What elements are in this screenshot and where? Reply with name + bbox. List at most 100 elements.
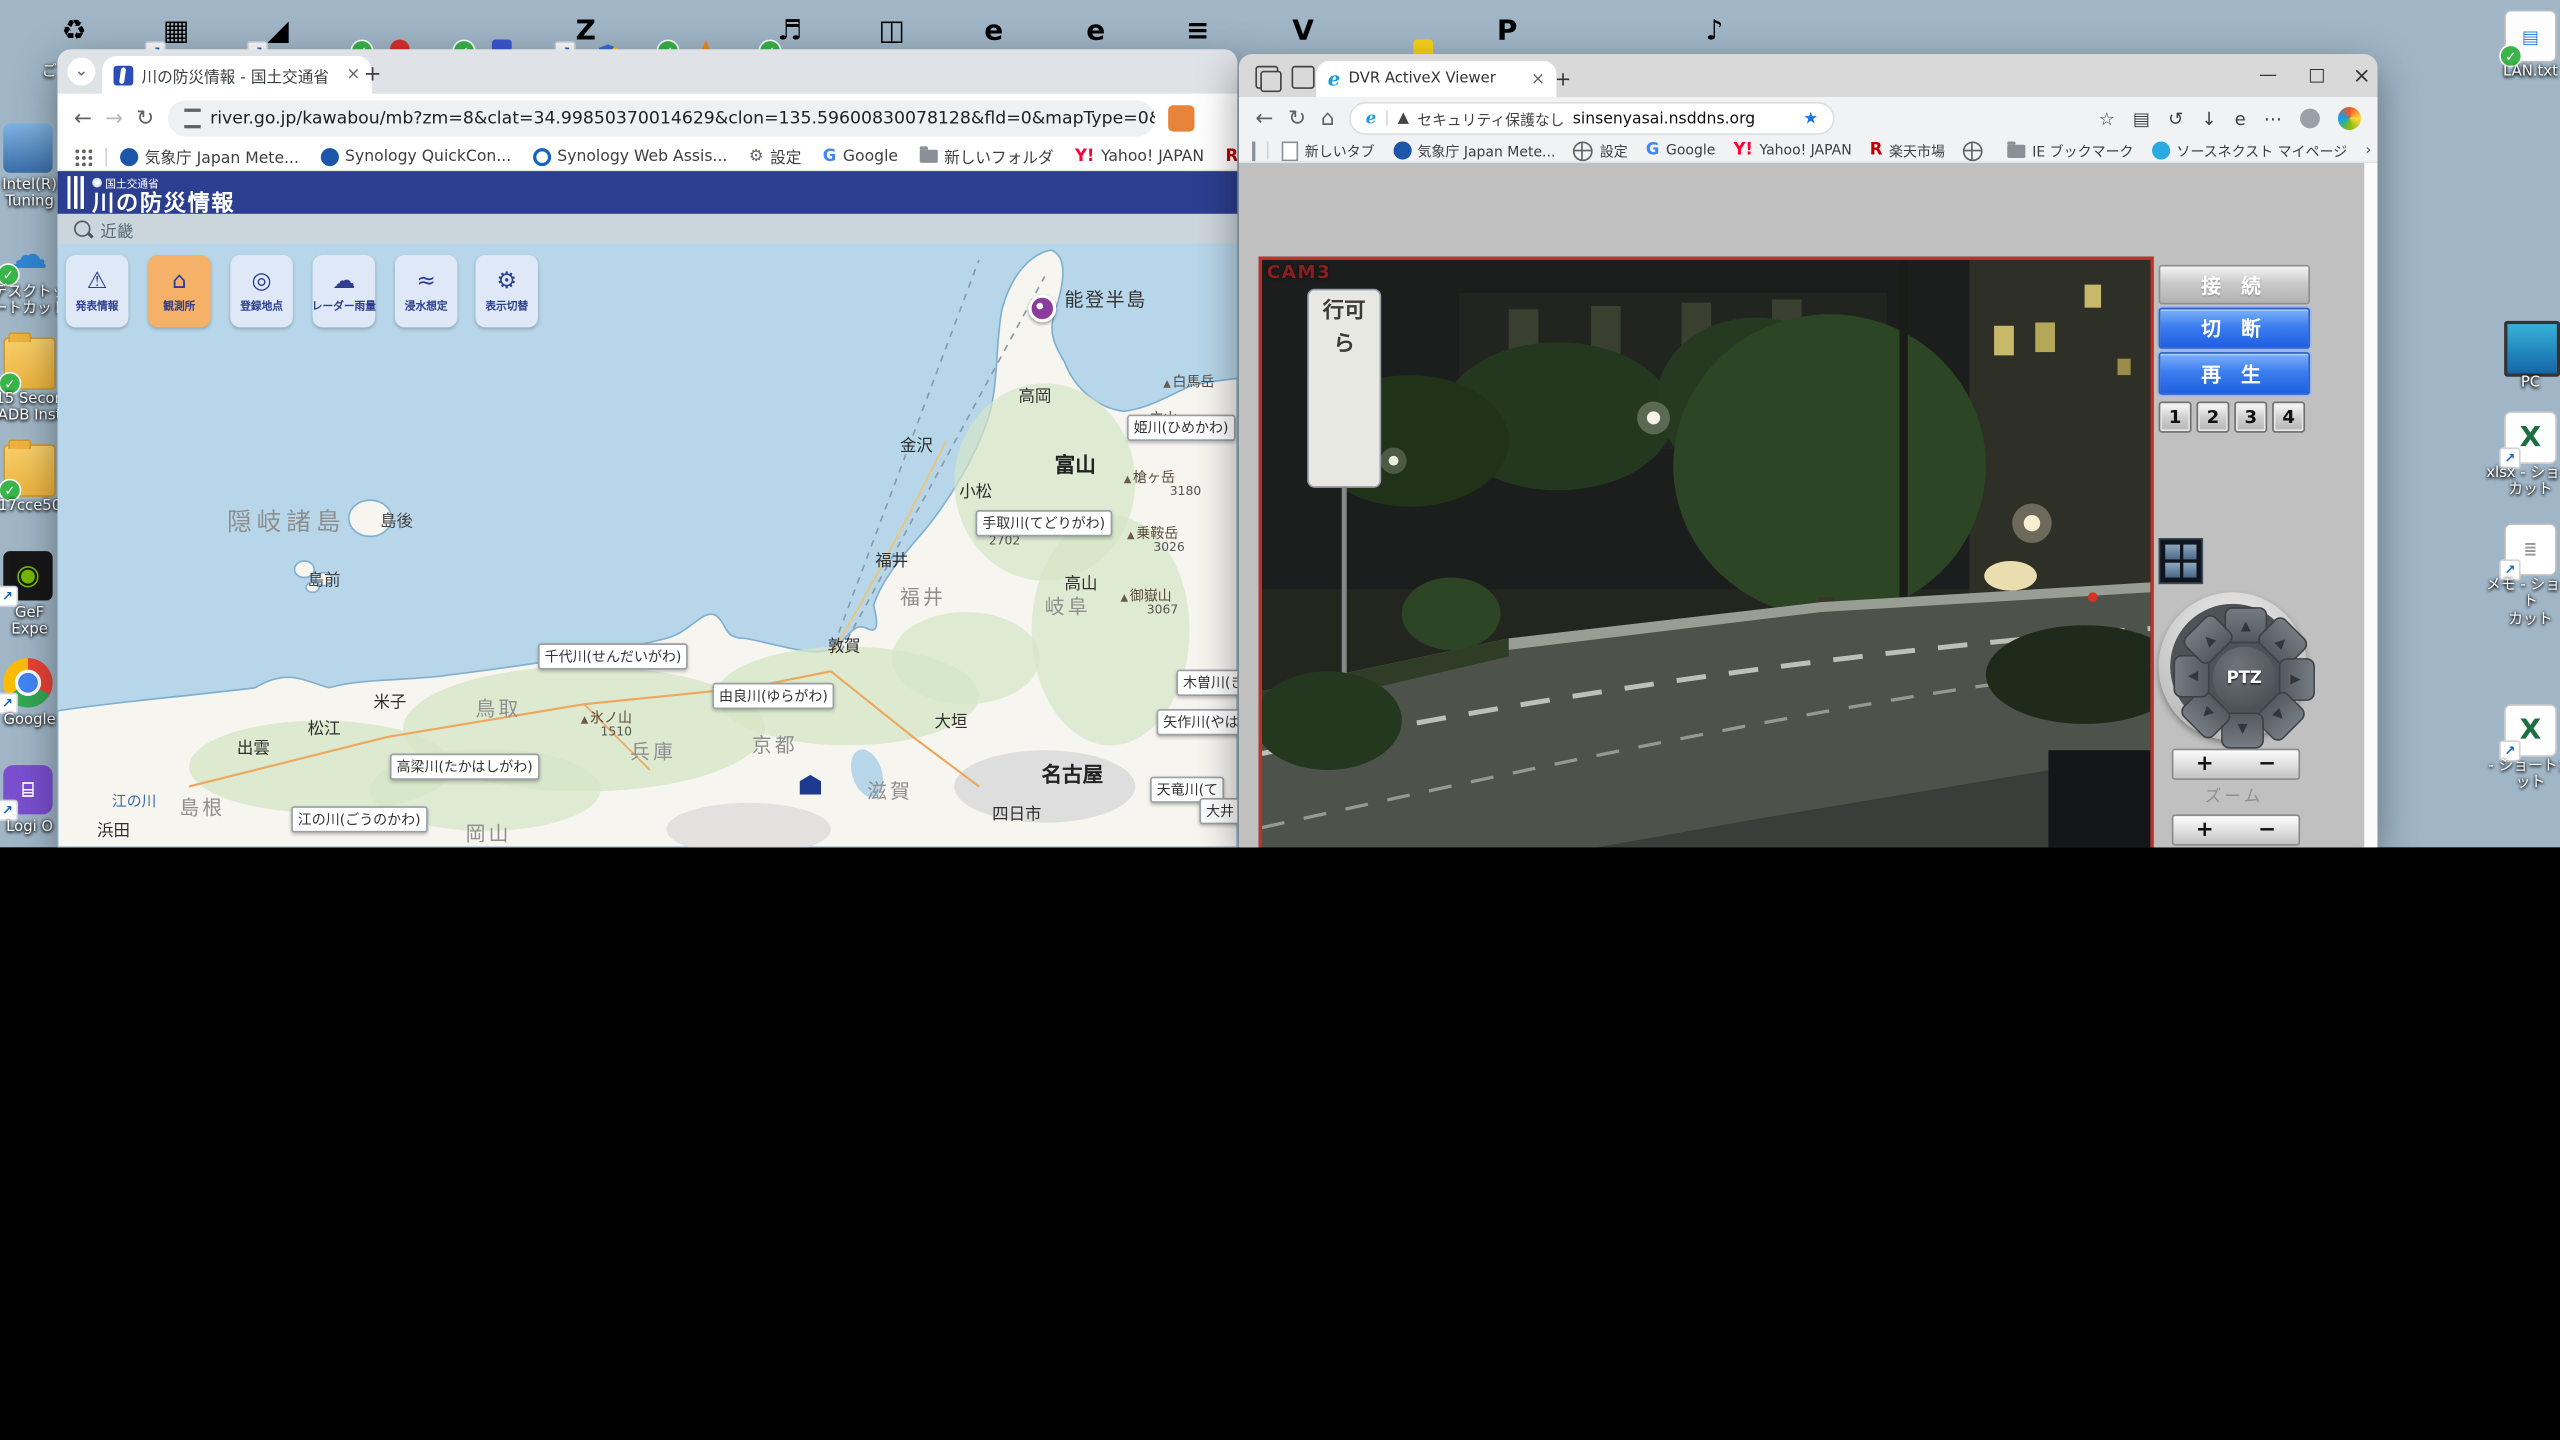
page-scroll-area[interactable]: [2364, 162, 2378, 848]
favorite-item[interactable]: ソースネクスト マイページ: [2151, 141, 2347, 160]
extension-icon[interactable]: [1167, 105, 1195, 132]
play-button[interactable]: 再 生: [2158, 352, 2311, 395]
bookmark-item[interactable]: Synology QuickCon...: [320, 147, 511, 166]
toolbar-icon[interactable]: ↺: [2168, 108, 2183, 129]
river-callout[interactable]: 手取川(てどりがわ): [975, 510, 1112, 537]
map-tool-button[interactable]: ⚠ 発表情報: [65, 255, 129, 328]
favorite-item[interactable]: G Google: [1646, 141, 1715, 159]
map-marker[interactable]: [1028, 294, 1057, 323]
shortcut-arrow-icon: ↗: [0, 692, 19, 715]
close-button[interactable]: ×: [2353, 64, 2371, 89]
chrome-tabstrip: ⌄ 川の防災情報 - 国土交通省 × +: [57, 49, 1238, 94]
bookmark-favicon: G: [822, 147, 837, 166]
forward-button[interactable]: →: [105, 106, 123, 131]
bookmark-star-icon[interactable]: ★: [1803, 109, 1818, 127]
site-header: 国土交通省 川の防災情報: [57, 171, 1238, 217]
quad-view-button[interactable]: [2158, 538, 2204, 585]
favorite-item[interactable]: R 楽天市場: [1870, 141, 1945, 160]
back-button[interactable]: ←: [1255, 106, 1273, 131]
river-callout[interactable]: 木曽川(きそがわ): [1176, 669, 1238, 696]
bookmark-item[interactable]: Y! Yahoo! JAPAN: [1075, 147, 1204, 165]
map-tool-button[interactable]: ≈ 浸水想定: [394, 255, 458, 328]
home-button[interactable]: ⌂: [1321, 106, 1335, 131]
channel-button[interactable]: 2: [2196, 401, 2230, 433]
map-tool-button[interactable]: ◎ 登録地点: [230, 255, 293, 328]
desktop-icon[interactable]: V: [1278, 7, 1327, 56]
river-callout[interactable]: 姫川(ひめかわ): [1127, 414, 1236, 441]
favorite-item[interactable]: 新しいタブ: [1281, 140, 1375, 161]
bookmark-label: Yahoo! JAPAN: [1100, 147, 1205, 166]
reload-button[interactable]: ↻: [136, 106, 154, 131]
channel-button[interactable]: 3: [2234, 401, 2268, 433]
bookmark-item[interactable]: 新しいフォルダ: [919, 145, 1054, 168]
favorite-item[interactable]: 気象庁 Japan Mete...: [1392, 141, 1555, 160]
disconnect-button[interactable]: 切 断: [2158, 307, 2311, 349]
focus-in-button[interactable]: +: [2196, 818, 2214, 843]
river-callout[interactable]: 千代川(せんだいがわ): [538, 643, 688, 670]
site-settings-icon[interactable]: [183, 108, 201, 129]
channel-button[interactable]: 4: [2272, 401, 2306, 433]
bookmark-item[interactable]: Synology Web Assis...: [532, 147, 728, 166]
toolbar-icon[interactable]: ⋯: [2264, 108, 2282, 129]
bookmark-label: Synology Web Assis...: [557, 147, 728, 166]
zoom-in-button[interactable]: +: [2196, 752, 2214, 777]
toolbar-icon-list: ☆ ▤ ↺ ↓ e ⋯: [2099, 108, 2282, 129]
copilot-icon[interactable]: [2337, 106, 2362, 130]
zoom-out-button[interactable]: −: [2258, 752, 2276, 777]
back-button[interactable]: ←: [74, 106, 92, 131]
bookmark-item[interactable]: 気象庁 Japan Mete...: [120, 145, 299, 168]
new-tab-button[interactable]: +: [364, 63, 382, 88]
tab-actions-icon[interactable]: [1291, 65, 1315, 89]
overflow-chevron[interactable]: ›: [2365, 142, 2371, 158]
favorite-item[interactable]: 設定: [1573, 140, 1628, 161]
desktop-icon-label: メモ - ショート カット: [2486, 577, 2560, 628]
maximize-button[interactable]: □: [2308, 64, 2325, 85]
profile-avatar[interactable]: [2300, 108, 2320, 129]
bookmark-item[interactable]: R 楽天市場: [1225, 145, 1237, 168]
edge-titlebar: e DVR ActiveX Viewer × + — □ ×: [1238, 54, 2378, 98]
toolbar-icon[interactable]: ↓: [2201, 108, 2216, 129]
zoom-control: + −: [2171, 748, 2301, 780]
workspaces-icon[interactable]: [1255, 65, 1282, 93]
bookmark-item[interactable]: G Google: [823, 147, 898, 165]
focus-out-button[interactable]: −: [2258, 818, 2276, 843]
map-tool-button[interactable]: ☁ レーダー雨量: [312, 255, 376, 328]
favorites-bar-icon[interactable]: [1252, 140, 1256, 161]
river-callout[interactable]: 高梁川(たかはしがわ): [389, 753, 540, 780]
globe-icon: [1573, 140, 1594, 161]
river-callout[interactable]: 矢作川(やはぎがわ): [1156, 709, 1238, 736]
river-callout[interactable]: 大井: [1199, 797, 1238, 825]
tab-search-button[interactable]: ⌄: [67, 57, 96, 86]
river-callout[interactable]: 江の川(ごうのかわ): [291, 806, 428, 833]
reload-button[interactable]: ↻: [1288, 106, 1306, 131]
edge-toolbar: ← ↻ ⌂ e | ▲ セキュリティ保護なし sinsenyasai.nsddn…: [1238, 97, 2378, 140]
bookmark-item[interactable]: ⚙ 設定: [749, 145, 802, 168]
map-tool-button[interactable]: ⚙ 表示切替: [475, 255, 539, 328]
cctv-video[interactable]: CAM3 行可 ら: [1258, 256, 2154, 848]
channel-button[interactable]: 1: [2158, 401, 2192, 433]
favorite-item[interactable]: Y! Yahoo! JAPAN: [1733, 141, 1851, 159]
ptz-pad[interactable]: ▲ ▲ ▲ ▲ ▲ ▲ ▲ ▲ PTZ: [2158, 592, 2315, 749]
map-canvas[interactable]: 隠岐諸島 島後 島前 能登半島 金沢 高岡 富山 小松 福井 福井 岐阜 敦賀 …: [57, 243, 1238, 848]
map-search-bar[interactable]: 近畿: [57, 213, 1238, 244]
minimize-button[interactable]: —: [2259, 64, 2277, 85]
new-tab-button[interactable]: +: [1555, 67, 1572, 90]
desktop-icon[interactable]: ♪: [1690, 7, 1739, 56]
toolbar-icon[interactable]: ▤: [2133, 108, 2150, 129]
connect-button[interactable]: 接 続: [2158, 264, 2311, 305]
apps-grid-icon[interactable]: [74, 147, 93, 166]
favorite-item[interactable]: IE ブックマーク: [2007, 140, 2134, 160]
toolbar-icon[interactable]: ☆: [2099, 108, 2115, 129]
toolbar-icon[interactable]: e: [2235, 108, 2246, 129]
desktop-icon[interactable]: P: [1482, 7, 1531, 56]
address-bar[interactable]: e | ▲ セキュリティ保護なし sinsenyasai.nsddns.org …: [1349, 102, 1835, 135]
chrome-active-tab[interactable]: 川の防災情報 - 国土交通省 ×: [102, 55, 372, 94]
edge-active-tab[interactable]: e DVR ActiveX Viewer ×: [1316, 60, 1557, 98]
map-tool-button[interactable]: ⌂ 観測所: [148, 255, 211, 328]
desktop-icon[interactable]: [1380, 7, 1434, 60]
tab-close-button[interactable]: ×: [1531, 70, 1545, 88]
address-bar[interactable]: river.go.jp/kawabou/mb?zm=8&clat=34.9985…: [167, 100, 1155, 137]
favorite-item[interactable]: [1963, 140, 1989, 161]
tab-close-button[interactable]: ×: [347, 66, 361, 84]
river-callout[interactable]: 由良川(ゆらがわ): [712, 682, 835, 710]
